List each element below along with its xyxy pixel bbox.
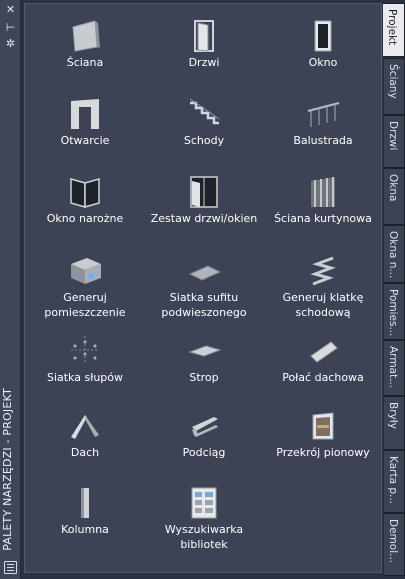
tool-label: Podciąg (182, 446, 226, 459)
tab-5[interactable]: Okna n... (384, 225, 405, 283)
tool-roof[interactable]: Dach (25, 399, 145, 475)
space-icon (67, 252, 103, 288)
beam-icon (186, 407, 222, 443)
properties-icon[interactable] (4, 561, 17, 574)
tab-label: Bryły (387, 402, 399, 429)
stair-icon (186, 95, 222, 131)
tool-label: Balustrada (293, 134, 353, 147)
corner-window-icon (67, 173, 103, 209)
slab-icon (186, 332, 222, 368)
door-icon (186, 17, 222, 53)
tool-roof-slab[interactable]: Połać dachowa (263, 324, 383, 400)
tool-beam[interactable]: Podciąg (144, 399, 264, 475)
tool-space[interactable]: Generuj pomieszczenie (25, 244, 145, 320)
window-icon (305, 17, 341, 53)
tab-7[interactable]: Armat... (384, 340, 405, 396)
tool-label: Okno (308, 56, 338, 69)
tool-label: Ściana (66, 56, 104, 69)
tool-library-search[interactable]: Wyszukiwarka bibliotek (144, 476, 264, 552)
palette-title: PALETY NARZĘDZI - PROJEKT (1, 388, 14, 551)
tool-label: Połać dachowa (282, 371, 364, 384)
tool-column[interactable]: Kolumna (25, 476, 145, 552)
palette-tabs: Projekt Ściany Drzwi Okna Okna n... Pomies...… (383, 3, 405, 579)
curtain-wall-icon (305, 173, 341, 209)
tool-door-window-assembly[interactable]: Zestaw drzwi/okien (144, 165, 264, 241)
tab-6[interactable]: Pomies... (384, 283, 405, 340)
tool-stair[interactable]: Schody (144, 87, 264, 163)
tool-label: Dach (70, 446, 100, 459)
tab-2[interactable]: Ściany (384, 58, 405, 115)
tab-label: Ściany (387, 64, 399, 99)
tool-label: Siatka sufitu podwieszonego (161, 291, 247, 319)
tool-label: Siatka słupów (46, 371, 124, 384)
tab-3[interactable]: Drzwi (384, 115, 405, 168)
opening-icon (67, 95, 103, 131)
library-search-icon (186, 484, 222, 520)
palette-title-bar: ✕ ⊢ ✲ PALETY NARZĘDZI - PROJEKT (0, 0, 21, 579)
tab-label: Okna (387, 174, 399, 202)
tab-label: Demol... (387, 519, 399, 564)
tool-stair-tower[interactable]: Generuj klatkę schodową (263, 244, 383, 320)
tool-opening[interactable]: Otwarcie (25, 87, 145, 163)
tool-window[interactable]: Okno (263, 9, 383, 85)
tool-label: Zestaw drzwi/okien (150, 212, 258, 225)
tool-slab[interactable]: Strop (144, 324, 264, 400)
tab-1[interactable]: Projekt (383, 3, 405, 57)
tool-wall[interactable]: Ściana (25, 9, 145, 85)
roof-slab-icon (305, 332, 341, 368)
tab-8[interactable]: Bryły (384, 396, 405, 450)
tool-label: Przekrój pionowy (276, 446, 370, 459)
tool-label: Wyszukiwarka bibliotek (164, 523, 244, 551)
tool-label: Ściana kurtynowa (274, 212, 372, 225)
tool-door[interactable]: Drzwi (144, 9, 264, 85)
tool-ceiling-grid[interactable]: Siatka sufitu podwieszonego (144, 244, 264, 320)
tab-10[interactable]: Demol... (384, 513, 405, 576)
tab-label: Pomies... (387, 289, 399, 337)
auto-hide-icon[interactable]: ⊢ (3, 22, 18, 34)
gear-icon[interactable]: ✲ (3, 38, 18, 50)
tool-curtain-wall[interactable]: Ściana kurtynowa (263, 165, 383, 241)
tool-railing[interactable]: Balustrada (263, 87, 383, 163)
tool-label: Drzwi (188, 56, 220, 69)
tool-palette-panel: Ściana Drzwi Okno Otwarcie Schody Balustrada O… (24, 3, 382, 573)
wall-icon (67, 17, 103, 53)
tool-section[interactable]: Przekrój pionowy (263, 399, 383, 475)
tab-4[interactable]: Okna (384, 168, 405, 225)
tool-label: Kolumna (61, 523, 109, 536)
tool-label: Schody (183, 134, 225, 147)
tab-9[interactable]: Karta p... (384, 450, 405, 513)
close-icon[interactable]: ✕ (3, 4, 18, 16)
tab-label: Okna n... (387, 231, 399, 279)
column-icon (67, 484, 103, 520)
tool-label: Otwarcie (60, 134, 110, 147)
tab-label: Armat... (387, 346, 399, 389)
tab-label: Drzwi (387, 121, 399, 151)
tab-label: Karta p... (387, 456, 399, 505)
tool-corner-window[interactable]: Okno narożne (25, 165, 145, 241)
tool-column-grid[interactable]: Siatka słupów (25, 324, 145, 400)
tool-label: Okno narożne (46, 212, 124, 225)
tool-label: Generuj pomieszczenie (44, 291, 126, 319)
railing-icon (305, 95, 341, 131)
stair-tower-icon (305, 252, 341, 288)
door-window-assembly-icon (186, 173, 222, 209)
roof-icon (67, 407, 103, 443)
column-grid-icon (67, 332, 103, 368)
section-icon (305, 407, 341, 443)
tool-label: Generuj klatkę schodową (282, 291, 364, 319)
tool-label: Strop (189, 371, 219, 384)
tab-label: Projekt (386, 9, 398, 46)
ceiling-grid-icon (186, 252, 222, 288)
